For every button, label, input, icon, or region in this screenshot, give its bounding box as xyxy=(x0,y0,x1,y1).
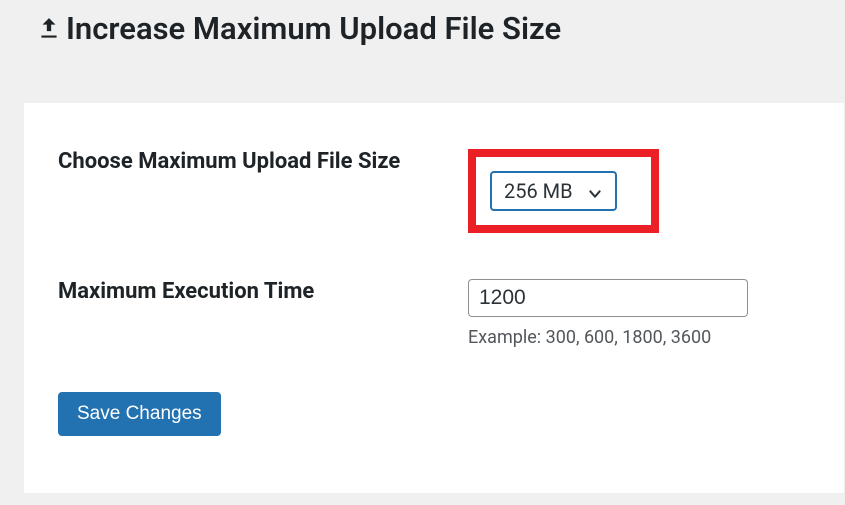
max-exec-time-label: Maximum Execution Time xyxy=(58,277,438,307)
max-exec-time-input[interactable] xyxy=(468,279,748,317)
settings-card: Choose Maximum Upload File Size 256 MB xyxy=(24,103,844,493)
save-changes-button[interactable]: Save Changes xyxy=(58,392,221,436)
settings-page: Increase Maximum Upload File Size Choose… xyxy=(0,0,845,505)
chevron-down-icon xyxy=(587,183,603,199)
row-max-exec-time: Maximum Execution Time Example: 300, 600… xyxy=(58,277,810,348)
max-exec-time-example: Example: 300, 600, 1800, 3600 xyxy=(468,327,810,348)
field-col: 256 MB xyxy=(468,147,810,233)
max-upload-size-label: Choose Maximum Upload File Size xyxy=(58,147,438,177)
highlight-annotation: 256 MB xyxy=(468,149,659,233)
label-col: Choose Maximum Upload File Size xyxy=(58,147,438,177)
max-upload-size-selected: 256 MB xyxy=(504,179,573,203)
label-col: Maximum Execution Time xyxy=(58,277,438,307)
field-col: Example: 300, 600, 1800, 3600 xyxy=(468,277,810,348)
upload-icon xyxy=(36,16,62,42)
actions-row: Save Changes xyxy=(58,392,810,436)
page-header: Increase Maximum Upload File Size xyxy=(0,0,845,55)
max-upload-size-select[interactable]: 256 MB xyxy=(490,171,617,211)
page-title: Increase Maximum Upload File Size xyxy=(66,10,561,47)
row-max-upload-size: Choose Maximum Upload File Size 256 MB xyxy=(58,147,810,233)
